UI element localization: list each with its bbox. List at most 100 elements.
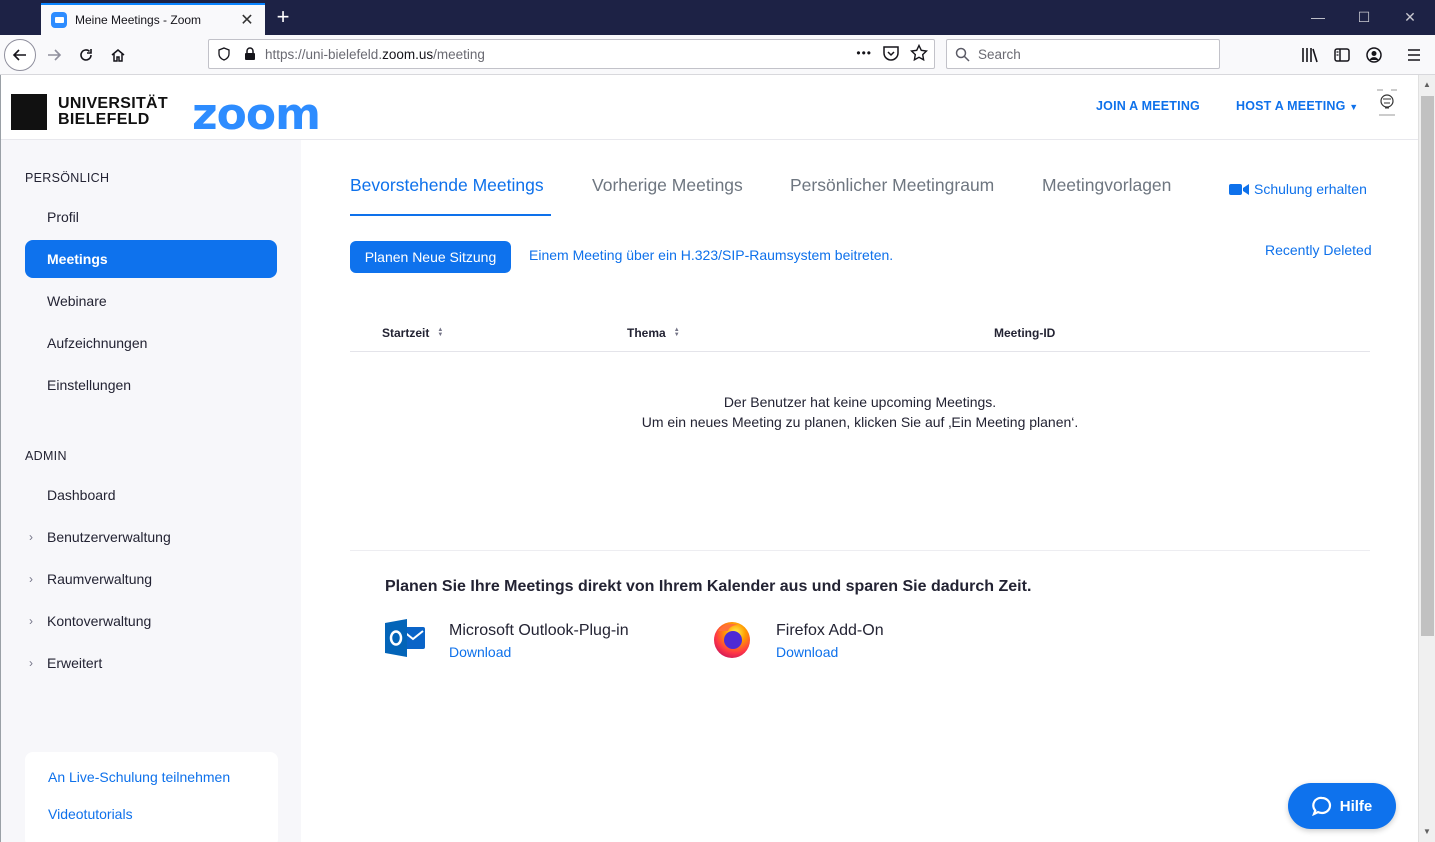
- avatar[interactable]: [1374, 87, 1400, 119]
- page-scrollbar[interactable]: ▲ ▼: [1418, 75, 1435, 842]
- arrow-left-icon: [12, 49, 26, 61]
- url-text: https://uni-bielefeld.zoom.us/meeting: [265, 46, 485, 62]
- sidebar-item-label: Benutzerverwaltung: [47, 529, 171, 545]
- university-logo-mark: [11, 94, 47, 130]
- search-placeholder: Search: [978, 46, 1021, 62]
- university-logo[interactable]: UNIVERSITÄT BIELEFELD: [11, 94, 168, 130]
- video-camera-icon: [1229, 183, 1249, 195]
- maximize-button[interactable]: ☐: [1341, 0, 1387, 35]
- reload-icon: [80, 49, 92, 61]
- section-title-admin: ADMIN: [25, 449, 67, 463]
- chevron-right-icon: ›: [29, 530, 33, 544]
- minimize-button[interactable]: —: [1295, 0, 1341, 35]
- host-meeting-label: HOST A MEETING: [1236, 99, 1346, 113]
- sidebar-item-room-management[interactable]: › Raumverwaltung: [25, 560, 277, 598]
- menu-icon[interactable]: [1404, 45, 1424, 65]
- sidebar-item-meetings[interactable]: Meetings: [25, 240, 277, 278]
- back-button[interactable]: [4, 39, 36, 71]
- column-header-topic[interactable]: Thema ▲ ▼: [627, 326, 680, 340]
- outlook-download-link[interactable]: Download: [449, 644, 511, 660]
- join-meeting-link[interactable]: JOIN A MEETING: [1096, 99, 1200, 113]
- bookmark-star-icon[interactable]: [910, 44, 928, 62]
- tab-personal-meeting-room[interactable]: Persönlicher Meetingraum: [790, 175, 994, 196]
- web-page: UNIVERSITÄT BIELEFELD zoom JOIN A MEETIN…: [0, 75, 1418, 842]
- chevron-right-icon: ›: [29, 614, 33, 628]
- sidebar-item-label: Raumverwaltung: [47, 571, 153, 587]
- outlook-icon: [385, 619, 425, 657]
- sidebar-item-settings[interactable]: Einstellungen: [25, 366, 277, 404]
- tab-close-icon[interactable]: ✕: [239, 10, 255, 30]
- url-bar[interactable]: https://uni-bielefeld.zoom.us/meeting ••…: [208, 39, 935, 69]
- get-training-link[interactable]: Schulung erhalten: [1229, 181, 1367, 197]
- help-button[interactable]: Hilfe: [1288, 783, 1396, 829]
- sort-icon: ▲ ▼: [673, 327, 680, 338]
- university-logo-text: UNIVERSITÄT BIELEFELD: [58, 95, 168, 128]
- help-button-label: Hilfe: [1339, 797, 1373, 815]
- lock-icon[interactable]: [243, 47, 257, 61]
- pocket-icon[interactable]: [882, 44, 900, 62]
- sidebar: PERSÖNLICH Profil Meetings Webinare Aufz…: [1, 140, 301, 842]
- forward-button[interactable]: [38, 39, 70, 71]
- sidebar-item-profile[interactable]: Profil: [25, 198, 277, 236]
- join-sip-room-link[interactable]: Einem Meeting über ein H.323/SIP-Raumsys…: [529, 247, 893, 263]
- account-icon[interactable]: [1364, 45, 1384, 65]
- section-title-personal: PERSÖNLICH: [25, 171, 110, 185]
- sidebar-item-webinars[interactable]: Webinare: [25, 282, 277, 320]
- tab-meeting-templates[interactable]: Meetingvorlagen: [1042, 175, 1171, 196]
- section-divider: [350, 550, 1370, 551]
- arrow-right-icon: [48, 49, 62, 61]
- sort-icon: ▲ ▼: [437, 327, 444, 338]
- scroll-down-arrow-icon[interactable]: ▼: [1423, 827, 1431, 836]
- outlook-plugin-name: Microsoft Outlook-Plug-in: [449, 622, 629, 639]
- chat-bubble-icon: [1311, 796, 1331, 816]
- column-label: Startzeit: [382, 326, 430, 340]
- recently-deleted-link[interactable]: Recently Deleted: [1265, 242, 1372, 258]
- tab-upcoming-meetings[interactable]: Bevorstehende Meetings: [350, 175, 544, 196]
- chevron-right-icon: ›: [29, 656, 33, 670]
- search-bar[interactable]: Search: [946, 39, 1220, 69]
- video-tutorials-link[interactable]: Videotutorials: [48, 806, 133, 822]
- browser-navbar: https://uni-bielefeld.zoom.us/meeting ••…: [0, 35, 1435, 75]
- firefox-download-link[interactable]: Download: [776, 644, 838, 660]
- get-training-label: Schulung erhalten: [1254, 181, 1367, 197]
- sidebar-item-user-management[interactable]: › Benutzerverwaltung: [25, 518, 277, 556]
- scroll-up-arrow-icon[interactable]: ▲: [1423, 80, 1431, 89]
- empty-state-line2: Um ein neues Meeting zu planen, klicken …: [641, 414, 1079, 430]
- sidebar-item-label: Kontoverwaltung: [47, 613, 152, 629]
- scrollbar-thumb[interactable]: [1421, 96, 1434, 636]
- tab-previous-meetings[interactable]: Vorherige Meetings: [592, 175, 743, 196]
- table-divider: [350, 351, 1370, 352]
- schedule-meeting-button[interactable]: Planen Neue Sitzung: [350, 241, 511, 273]
- sidebar-item-recordings[interactable]: Aufzeichnungen: [25, 324, 277, 362]
- main-content: Bevorstehende Meetings Vorherige Meeting…: [301, 140, 1418, 842]
- home-button[interactable]: [102, 39, 134, 71]
- browser-tab[interactable]: Meine Meetings - Zoom ✕: [41, 3, 265, 35]
- browser-titlebar: Meine Meetings - Zoom ✕ + — ☐ ✕: [0, 0, 1435, 35]
- active-tab-indicator: [350, 214, 551, 216]
- host-meeting-link[interactable]: HOST A MEETING ▼: [1236, 99, 1358, 113]
- firefox-icon: [714, 622, 750, 658]
- sidebar-item-advanced[interactable]: › Erweitert: [25, 644, 277, 682]
- sidebar-item-dashboard[interactable]: Dashboard: [25, 476, 277, 514]
- sidebar-item-account-management[interactable]: › Kontoverwaltung: [25, 602, 277, 640]
- sidebar-toggle-icon[interactable]: [1332, 45, 1352, 65]
- window-close-button[interactable]: ✕: [1387, 0, 1433, 35]
- zoom-logo[interactable]: zoom: [192, 89, 321, 140]
- column-label: Meeting-ID: [994, 326, 1056, 340]
- zoom-favicon-icon: [51, 12, 67, 28]
- page-actions-icon[interactable]: •••: [856, 46, 872, 60]
- column-header-start-time[interactable]: Startzeit ▲ ▼: [382, 326, 443, 340]
- reload-button[interactable]: [70, 39, 102, 71]
- site-header: UNIVERSITÄT BIELEFELD zoom JOIN A MEETIN…: [1, 75, 1418, 140]
- tab-title: Meine Meetings - Zoom: [75, 13, 202, 27]
- search-icon: [955, 47, 970, 62]
- calendar-plugins-title: Planen Sie Ihre Meetings direkt von Ihre…: [385, 578, 1032, 595]
- shield-icon[interactable]: [217, 47, 231, 61]
- firefox-addon-name: Firefox Add-On: [776, 622, 884, 639]
- sidebar-item-label: Erweitert: [47, 655, 103, 671]
- new-tab-button[interactable]: +: [270, 4, 296, 30]
- live-training-link[interactable]: An Live-Schulung teilnehmen: [48, 769, 230, 785]
- help-card: An Live-Schulung teilnehmen Videotutoria…: [25, 752, 278, 842]
- column-header-meeting-id: Meeting-ID: [994, 326, 1055, 340]
- library-icon[interactable]: [1300, 45, 1320, 65]
